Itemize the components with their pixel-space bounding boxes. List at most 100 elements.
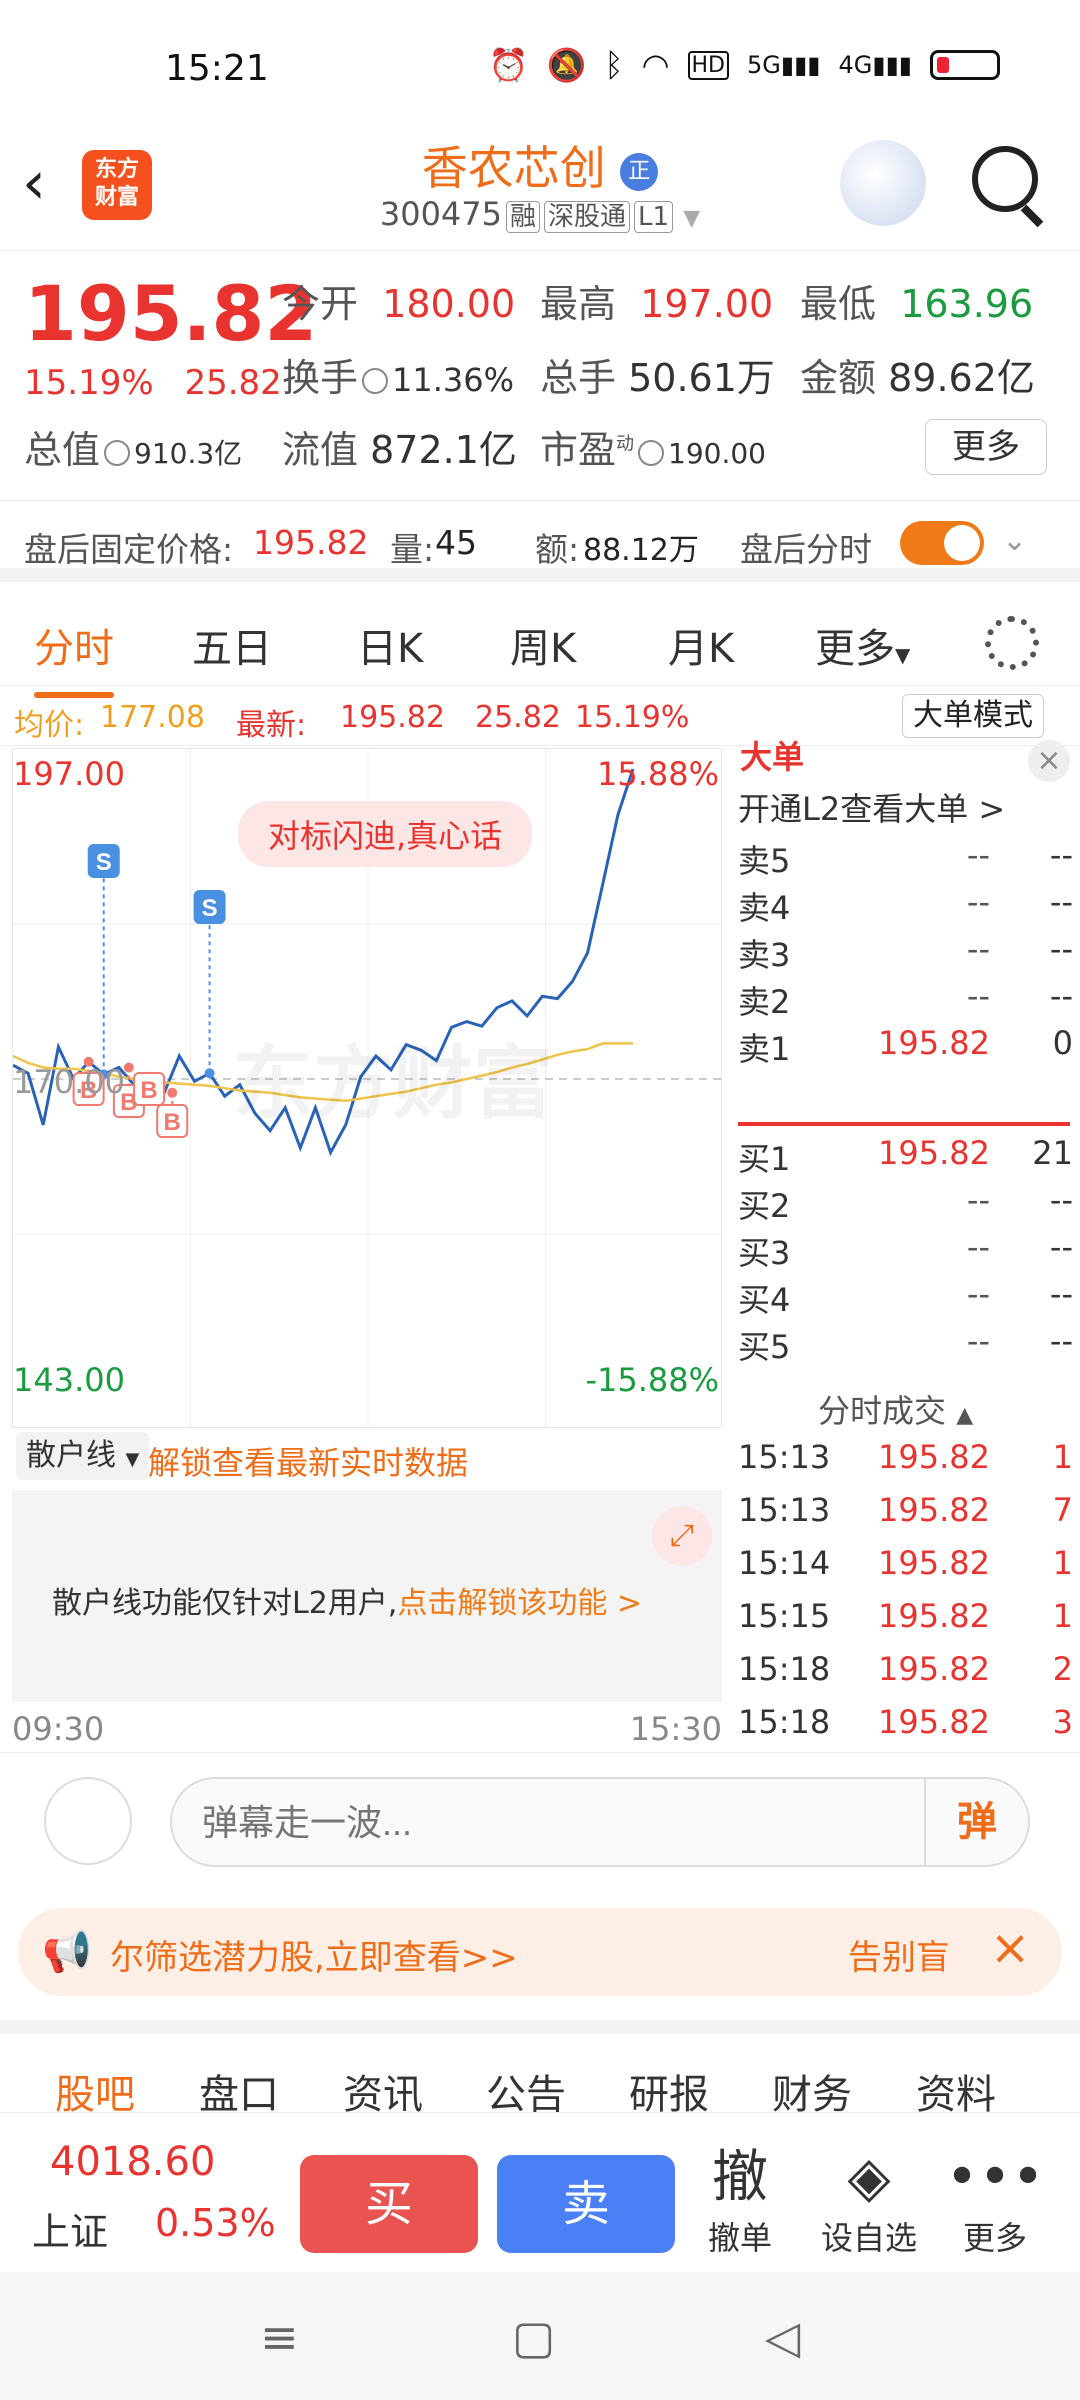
tab-weekly-k[interactable]: 周K — [510, 616, 576, 674]
price-cell: -- — [966, 1322, 990, 1360]
promo-side-text: 告别盲 — [848, 1938, 950, 1978]
price-cell: -- — [966, 883, 990, 921]
level-label: 卖2 — [738, 983, 791, 1021]
alarm-icon: ⏰ — [488, 46, 529, 84]
4g-signal-icon: 4G▮▮▮ — [838, 51, 913, 79]
pct-min-label: -15.88% — [585, 1361, 719, 1399]
pe-label: 市盈 — [540, 428, 617, 472]
volume-cell: 1 — [1052, 1544, 1073, 1582]
news-banner[interactable]: 对标闪迪,真心话 — [238, 801, 533, 867]
bid-row: 买4 -- -- — [738, 1275, 1073, 1323]
menu-icon[interactable]: ≡ — [260, 2310, 299, 2364]
after-hours-toggle[interactable] — [900, 521, 984, 565]
x-axis: 09:30 15:30 — [12, 1710, 722, 1748]
after-hours-amt-label: 额: — [535, 530, 580, 569]
last-price: 195.82 — [24, 269, 318, 358]
add-watchlist-button[interactable]: ◈ 设自选 — [814, 2143, 924, 2259]
ticks-title[interactable]: 分时成交 ▲ — [818, 1386, 1058, 1432]
chevron-down-icon[interactable]: ⌄ — [1002, 523, 1027, 558]
close-icon[interactable]: × — [990, 1920, 1030, 1976]
tab-daily-k[interactable]: 日K — [357, 616, 423, 674]
unlock-link[interactable]: 解锁查看最新实时数据 — [148, 1438, 468, 1484]
trade-bar: 4018.60 上证 0.53% 买 卖 撤撤单 ◈ 设自选 ••• 更多 — [0, 2112, 1080, 2272]
marker-label: S — [202, 895, 218, 922]
search-icon[interactable] — [972, 146, 1038, 212]
promo-banner[interactable]: 📢 尔筛选潜力股,立即查看>> 告别盲 × — [18, 1908, 1062, 1996]
high-label: 最高 — [540, 282, 617, 326]
info-icon[interactable] — [104, 439, 131, 466]
buy-button[interactable]: 买 — [300, 2155, 478, 2253]
more-actions-button[interactable]: ••• 更多 — [940, 2143, 1050, 2259]
caret-down-icon: ▼ — [125, 1449, 140, 1470]
tab-five-day[interactable]: 五日 — [192, 616, 272, 674]
volume-cell: -- — [1049, 930, 1073, 968]
price-cell: -- — [966, 1275, 990, 1313]
tab-intraday[interactable]: 分时 — [34, 616, 114, 698]
cancel-order-button[interactable]: 撤撤单 — [685, 2143, 795, 2259]
sell-button[interactable]: 卖 — [497, 2155, 675, 2253]
tick-time: 15:18 — [738, 1650, 831, 1688]
ask-row: 卖5 -- -- — [738, 836, 1073, 884]
barrage-input[interactable] — [202, 1793, 902, 1853]
tick-time: 15:13 — [738, 1491, 831, 1529]
float-cap-field: 流值 872.1亿 — [282, 419, 517, 474]
stock-header: ‹ 东方 财富 香农芯创 正 300475 融深股通 L1 ▼ — [0, 140, 1080, 250]
note-icon[interactable] — [44, 1777, 132, 1865]
level-label: 卖5 — [738, 842, 791, 880]
dropdown-icon: ▼ — [683, 206, 701, 231]
4g-label: 4G — [838, 51, 873, 79]
promo-text[interactable]: 尔筛选潜力股,立即查看>> — [110, 1930, 518, 1979]
quote-panel: 195.82 15.19% 25.82 今开 180.00 最高 197.00 … — [0, 250, 1080, 500]
ask-row: 卖2 -- -- — [738, 977, 1073, 1025]
amount-label: 金额 — [800, 356, 877, 400]
price-cell: -- — [966, 1181, 990, 1219]
amount-value: 89.62亿 — [888, 356, 1035, 400]
close-icon[interactable]: × — [1028, 740, 1070, 782]
price-cell: 195.82 — [878, 1650, 990, 1688]
tick-row: 15:15 195.82 1 — [738, 1597, 1073, 1645]
open-label: 今开 — [282, 282, 359, 326]
danmu-button[interactable]: 弹 — [924, 1779, 1028, 1865]
pct-max-label: 15.88% — [596, 755, 719, 793]
marker-dot — [167, 1087, 178, 1098]
big-order-title: 大单 — [740, 738, 805, 776]
after-hours-vol: 45 — [435, 523, 477, 562]
big-order-mode-button[interactable]: 大单模式 — [902, 694, 1044, 738]
5g-label: 5G — [747, 51, 781, 79]
volume-cell: -- — [1049, 1228, 1073, 1266]
retail-line-select[interactable]: 散户线 ▼ — [16, 1432, 150, 1480]
back-nav-icon[interactable]: ◁ — [765, 2310, 800, 2364]
volume-cell: -- — [1049, 1181, 1073, 1219]
home-icon[interactable]: ▢ — [512, 2310, 555, 2364]
volume-cell: 1 — [1052, 1597, 1073, 1635]
marker-label: B — [164, 1109, 181, 1136]
volume-cell: 3 — [1052, 1703, 1073, 1741]
price-cell: -- — [966, 977, 990, 1015]
ask-row: 卖4 -- -- — [738, 883, 1073, 931]
more-label: 更多 — [962, 2219, 1027, 2257]
open-field: 今开 180.00 — [282, 273, 515, 328]
expand-icon[interactable]: ⤢ — [652, 1506, 712, 1566]
unlock-feature-link[interactable]: 点击解锁该功能 > — [397, 1586, 642, 1621]
index-value[interactable]: 4018.60 — [50, 2139, 215, 2185]
tick-row: 15:18 195.82 2 — [738, 1650, 1073, 1698]
gear-icon[interactable] — [985, 616, 1039, 670]
watermark: 东方财富 — [233, 1037, 553, 1130]
level-label: 买4 — [738, 1281, 791, 1319]
more-button[interactable]: 更多 — [925, 419, 1047, 475]
info-icon[interactable] — [638, 439, 665, 466]
info-icon[interactable] — [362, 367, 389, 394]
float-cap-value: 872.1亿 — [370, 428, 517, 472]
assistant-avatar[interactable] — [840, 140, 926, 226]
high-value: 197.00 — [640, 282, 774, 326]
after-hours-bar: 盘后固定价格: 195.82 量: 45 额: 88.12万 盘后分时 ⌄ — [0, 500, 1080, 582]
open-l2-link[interactable]: 开通L2查看大单 > — [738, 784, 1005, 830]
barrage-field[interactable]: 弹 — [170, 1777, 1030, 1867]
market-cap-value: 910.3亿 — [134, 437, 243, 470]
volume-cell: 7 — [1052, 1491, 1073, 1529]
sort-up-icon: ▲ — [956, 1403, 974, 1428]
intraday-chart[interactable]: SSBBBB 197.00 15.88% 170.00 143.00 -15.8… — [12, 748, 723, 1429]
volume-cell: 2 — [1052, 1650, 1073, 1688]
tab-more[interactable]: 更多▼ — [815, 616, 910, 674]
tab-monthly-k[interactable]: 月K — [668, 616, 734, 674]
